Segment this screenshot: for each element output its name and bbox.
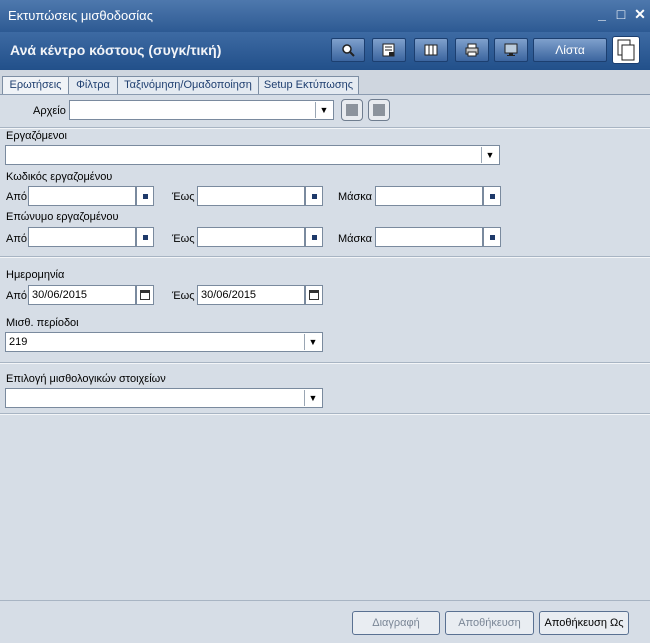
divider	[0, 256, 650, 258]
delete-button[interactable]: Διαγραφή	[352, 611, 440, 635]
payroll-items-label: Επιλογή μισθολογικών στοιχείων	[6, 373, 166, 385]
divider	[0, 362, 650, 364]
window-icon	[373, 104, 385, 116]
report-header: Ανά κέντρο κόστους (συγκ/τική) Λίστα	[0, 32, 650, 70]
lookup-icon	[312, 235, 317, 240]
lookup-icon	[312, 194, 317, 199]
employees-label: Εργαζόμενοι	[6, 130, 67, 142]
date-from-calendar-button[interactable]	[136, 285, 154, 305]
report-button[interactable]	[372, 38, 406, 62]
payroll-periods-value: 219	[9, 336, 28, 348]
report-subtitle: Ανά κέντρο κόστους (συγκ/τική)	[10, 42, 222, 58]
lookup-icon	[143, 194, 148, 199]
square-icon	[346, 104, 358, 116]
search-button[interactable]	[331, 38, 365, 62]
date-label: Ημερομηνία	[6, 269, 65, 281]
questions-panel: Αρχείο ▼ Εργαζόμενοι ▼ Κωδικός εργαζομέν…	[0, 94, 650, 601]
employee-code-mask-lookup-button[interactable]	[483, 186, 501, 206]
footer-bar: Διαγραφή Αποθήκευση Αποθήκευση Ως	[0, 600, 650, 643]
date-to-calendar-button[interactable]	[305, 285, 323, 305]
window-titlebar: Εκτυπώσεις μισθοδοσίας _ □ ✕	[0, 0, 650, 32]
employee-surname-from-label: Από	[6, 233, 28, 245]
lookup-icon	[490, 235, 495, 240]
archive-browse-button[interactable]	[368, 99, 390, 121]
employee-code-to-input[interactable]	[197, 186, 305, 206]
minimize-icon[interactable]: _	[594, 6, 610, 22]
print-button[interactable]	[455, 38, 489, 62]
employees-select[interactable]: ▼	[5, 145, 500, 165]
employee-code-mask-input[interactable]	[375, 186, 483, 206]
lookup-icon	[490, 194, 495, 199]
chevron-down-icon[interactable]: ▼	[304, 390, 321, 406]
tab-strip: Ερωτήσεις Φίλτρα Ταξινόμηση/Ομαδοποίηση …	[0, 74, 650, 94]
employee-code-label: Κωδικός εργαζομένου	[6, 171, 113, 183]
report-icon	[382, 43, 395, 57]
archive-action-button[interactable]	[341, 99, 363, 121]
maximize-icon[interactable]: □	[613, 6, 629, 22]
employee-code-from-input[interactable]	[28, 186, 136, 206]
tab-filters[interactable]: Φίλτρα	[68, 76, 118, 94]
employee-surname-to-lookup-button[interactable]	[305, 227, 323, 247]
employee-surname-to-input[interactable]	[197, 227, 305, 247]
employee-surname-mask-input[interactable]	[375, 227, 483, 247]
employee-surname-mask-label: Μάσκα	[338, 233, 373, 245]
print-icon	[465, 43, 479, 57]
list-button[interactable]: Λίστα	[533, 38, 607, 62]
tab-print-setup[interactable]: Setup Εκτύπωσης	[258, 76, 359, 94]
window-title: Εκτυπώσεις μισθοδοσίας	[8, 8, 153, 23]
archive-label: Αρχείο	[33, 105, 66, 117]
calendar-icon	[309, 290, 319, 300]
divider	[0, 127, 650, 129]
tab-questions[interactable]: Ερωτήσεις	[2, 76, 69, 94]
chevron-down-icon[interactable]: ▼	[304, 334, 321, 350]
chevron-down-icon[interactable]: ▼	[481, 147, 498, 163]
calendar-icon	[140, 290, 150, 300]
employee-code-from-lookup-button[interactable]	[136, 186, 154, 206]
preview-button[interactable]	[494, 38, 528, 62]
employee-surname-label: Επώνυμο εργαζομένου	[6, 211, 119, 223]
payroll-periods-label: Μισθ. περίοδοι	[6, 317, 79, 329]
copy-icon	[617, 39, 635, 61]
employee-surname-from-lookup-button[interactable]	[136, 227, 154, 247]
payroll-periods-select[interactable]: 219 ▼	[5, 332, 323, 352]
divider	[0, 413, 650, 415]
employee-surname-from-input[interactable]	[28, 227, 136, 247]
close-icon[interactable]: ✕	[632, 6, 648, 22]
date-to-input[interactable]: 30/06/2015	[197, 285, 305, 305]
employee-surname-mask-lookup-button[interactable]	[483, 227, 501, 247]
columns-icon	[424, 44, 438, 56]
date-from-label: Από	[6, 290, 28, 302]
payroll-items-select[interactable]: ▼	[5, 388, 323, 408]
copy-button[interactable]	[612, 36, 640, 64]
tab-sorting-grouping[interactable]: Ταξινόμηση/Ομαδοποίηση	[117, 76, 259, 94]
employee-surname-to-label: Έως	[172, 233, 195, 245]
employee-code-from-label: Από	[6, 191, 28, 203]
columns-button[interactable]	[414, 38, 448, 62]
save-as-button[interactable]: Αποθήκευση Ως	[539, 611, 629, 635]
save-button[interactable]: Αποθήκευση	[445, 611, 534, 635]
employee-code-to-lookup-button[interactable]	[305, 186, 323, 206]
lookup-icon	[143, 235, 148, 240]
date-from-input[interactable]: 30/06/2015	[28, 285, 136, 305]
search-icon	[342, 44, 355, 57]
date-to-label: Έως	[172, 290, 195, 302]
monitor-icon	[504, 43, 518, 56]
employee-code-mask-label: Μάσκα	[338, 191, 373, 203]
archive-select[interactable]: ▼	[69, 100, 334, 120]
chevron-down-icon[interactable]: ▼	[315, 102, 332, 118]
employee-code-to-label: Έως	[172, 191, 195, 203]
